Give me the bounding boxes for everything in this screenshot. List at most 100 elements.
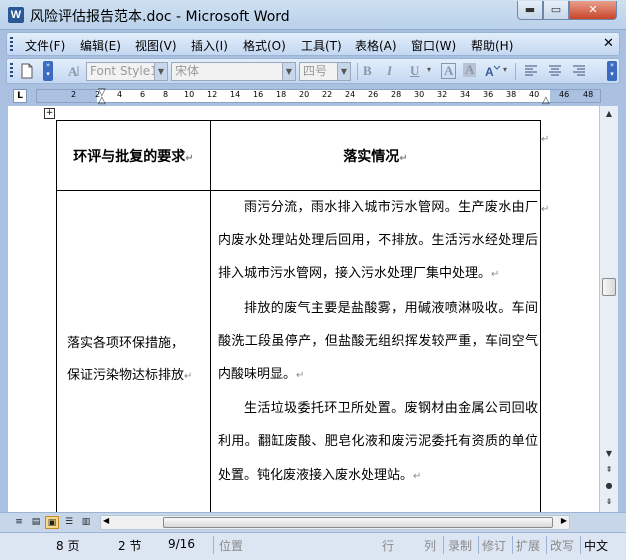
italic-button[interactable]: I: [387, 63, 392, 79]
ruler-tick: 16: [253, 90, 264, 99]
table-row: 环评与批复的要求↵ 落实情况↵: [56, 120, 541, 191]
ruler-bar: L 2 ▽ △ 2 4 6 8 10 12 14 16 18 20 22 24 …: [0, 86, 626, 106]
character-border-button[interactable]: A: [441, 63, 457, 79]
menu-file[interactable]: 文件(F): [25, 37, 65, 54]
styles-formatting-icon[interactable]: A: [67, 63, 83, 79]
close-window-button[interactable]: ✕: [569, 1, 617, 20]
ruler-tick: 22: [322, 90, 333, 99]
status-language: 中文: [584, 539, 609, 553]
toolbar-separator: [515, 63, 516, 80]
row-end-mark: ↵: [541, 204, 550, 215]
ruler-tick: 34: [460, 90, 471, 99]
horizontal-scroll-thumb[interactable]: [163, 517, 553, 528]
scroll-right-icon[interactable]: ▶: [561, 516, 567, 525]
horizontal-ruler[interactable]: 2 ▽ △ 2 4 6 8 10 12 14 16 18 20 22 24 26…: [36, 87, 601, 106]
ruler-tick: 20: [299, 90, 310, 99]
ruler-tick: 10: [184, 90, 195, 99]
row-end-mark: ↵: [541, 134, 550, 145]
ruler-tick: 38: [506, 90, 517, 99]
character-shading-button[interactable]: A: [463, 63, 477, 77]
status-track-changes[interactable]: 修订: [482, 537, 506, 554]
menu-table[interactable]: 表格(A): [355, 37, 397, 54]
left-margin-strip: [0, 106, 8, 512]
menu-edit[interactable]: 编辑(E): [80, 37, 121, 54]
menu-insert[interactable]: 插入(I): [191, 37, 228, 54]
requirement-cell[interactable]: 落实各项环保措施， 保证污染物达标排放↵: [56, 190, 211, 512]
document-page[interactable]: + 环评与批复的要求↵ 落实情况↵ 落实各项环保措施， 保证污染物达标排放↵ 雨…: [8, 106, 599, 512]
toolbar-grip-icon[interactable]: [10, 63, 13, 78]
menu-format[interactable]: 格式(O): [243, 37, 286, 54]
svg-text:A: A: [485, 65, 494, 79]
ruler-tick: 36: [483, 90, 494, 99]
change-case-icon[interactable]: A: [485, 63, 501, 79]
font-dropdown[interactable]: 宋体 ▼: [171, 62, 296, 81]
svg-text:A: A: [68, 64, 78, 79]
table-header-cell[interactable]: 环评与批复的要求↵: [56, 120, 211, 191]
menu-bar: 文件(F) 编辑(E) 视图(V) 插入(I) 格式(O) 工具(T) 表格(A…: [6, 32, 620, 56]
status-extend[interactable]: 扩展: [516, 537, 540, 554]
cell-end-mark: ↵: [399, 152, 408, 164]
paragraph-text: 排放的废气主要是盐酸雾，用碱液喷淋吸收。车间酸洗工段虽停产，但盐酸无组织挥发较严…: [218, 300, 538, 383]
table-row: 落实各项环保措施， 保证污染物达标排放↵ 雨污分流，雨水排入城市污水管网。生产废…: [56, 190, 541, 512]
align-right-icon[interactable]: [571, 63, 587, 79]
font-size-dropdown[interactable]: 四号 ▼: [299, 62, 351, 81]
menu-window[interactable]: 窗口(W): [411, 37, 456, 54]
menu-tools[interactable]: 工具(T): [301, 37, 342, 54]
align-left-icon[interactable]: [523, 63, 539, 79]
ruler-tick: 48: [583, 90, 594, 99]
toolbar-options-icon[interactable]: » ▾: [43, 61, 53, 81]
cell-end-mark: ↵: [185, 152, 194, 164]
status-line: 行: [382, 539, 395, 553]
reading-layout-icon[interactable]: ▥: [79, 516, 93, 529]
right-indent-icon[interactable]: △: [542, 95, 550, 106]
scroll-left-icon[interactable]: ◀: [103, 516, 109, 525]
paragraph-text: 生活垃圾委托环卫所处置。废钢材由金属公司回收利用。翻缸废酸、肥皂化液和废污泥委托…: [218, 401, 538, 483]
status-separator: [478, 536, 479, 554]
status-separator: [512, 536, 513, 554]
menu-help[interactable]: 帮助(H): [471, 37, 513, 54]
align-center-icon[interactable]: [547, 63, 563, 79]
normal-view-icon[interactable]: ≡: [12, 516, 26, 529]
underline-button[interactable]: U: [410, 63, 419, 79]
table-header-cell[interactable]: 落实情况↵: [210, 120, 541, 191]
maximize-button[interactable]: ▭: [543, 1, 569, 20]
tab-selector[interactable]: L: [13, 89, 27, 103]
paragraph-mark: ↵: [413, 470, 422, 482]
status-page-of: 9/16: [168, 537, 195, 551]
requirement-line: 落实各项环保措施，: [67, 336, 185, 351]
scroll-down-icon[interactable]: ▼: [601, 446, 617, 462]
select-browse-object-icon[interactable]: ●: [601, 478, 617, 494]
chevron-down-icon[interactable]: ▾: [427, 65, 431, 74]
ruler-tick: 40: [529, 90, 540, 99]
web-layout-icon[interactable]: ▤: [29, 516, 43, 529]
minimize-button[interactable]: ▬: [517, 1, 543, 20]
close-document-button[interactable]: ✕: [603, 36, 614, 51]
font-size-value: 四号: [303, 64, 328, 78]
toolbar-options-icon[interactable]: » ▾: [607, 61, 617, 81]
paragraph: 排放的废气主要是盐酸雾，用碱液喷淋吸收。车间酸洗工段虽停产，但盐酸无组织挥发较严…: [218, 292, 538, 393]
implementation-cell[interactable]: 雨污分流，雨水排入城市污水管网。生产废水由厂内废水处理站处理后回用，不排放。生活…: [210, 190, 541, 512]
bold-button[interactable]: B: [363, 63, 372, 79]
word-app-icon[interactable]: W: [8, 7, 24, 23]
chevron-down-icon[interactable]: ▾: [503, 65, 507, 74]
status-separator: [580, 536, 581, 554]
horizontal-scrollbar[interactable]: ◀ ▶: [100, 515, 570, 530]
table-move-handle-icon[interactable]: +: [44, 108, 55, 119]
scroll-thumb[interactable]: [602, 278, 616, 296]
menu-view[interactable]: 视图(V): [135, 37, 177, 54]
style-value: Font Style1: [90, 64, 158, 78]
print-layout-icon[interactable]: ▣: [45, 516, 59, 529]
outline-view-icon[interactable]: ☰: [62, 516, 76, 529]
previous-page-icon[interactable]: ⇞: [601, 462, 617, 478]
status-overtype[interactable]: 改写: [550, 537, 574, 554]
vertical-scrollbar[interactable]: ▲ ▼ ⇞ ● ⇟: [599, 106, 618, 512]
next-page-icon[interactable]: ⇟: [601, 494, 617, 510]
status-record[interactable]: 录制: [448, 537, 472, 554]
new-document-icon[interactable]: [19, 63, 35, 79]
toolbar-grip-icon[interactable]: [10, 37, 13, 52]
scroll-up-icon[interactable]: ▲: [601, 106, 617, 122]
status-separator: [213, 536, 214, 554]
status-position: 位置: [219, 539, 244, 553]
ruler-tick: 18: [276, 90, 287, 99]
style-dropdown[interactable]: Font Style1 ▼: [86, 62, 168, 81]
